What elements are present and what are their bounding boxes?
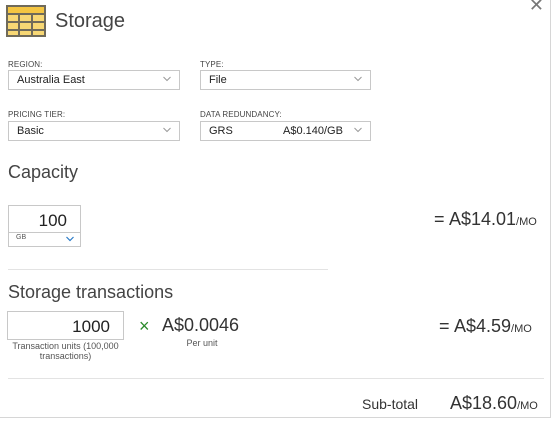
subtotal-label: Sub-total [362, 396, 419, 412]
divider [8, 378, 544, 379]
chevron-down-icon [354, 127, 362, 133]
divider [8, 269, 328, 270]
type-value: File [209, 74, 227, 86]
data-redundancy-select[interactable]: GRS A$0.140/GB [200, 121, 371, 141]
pricing-tier-select[interactable]: Basic [8, 121, 180, 141]
storage-table-icon [6, 5, 46, 37]
type-label: TYPE: [200, 60, 224, 69]
chevron-down-icon [354, 76, 362, 82]
data-redundancy-value: GRS [209, 125, 233, 137]
multiply-sign: × [139, 316, 150, 336]
transaction-unit-price: A$0.0046 [162, 315, 240, 335]
chevron-down-icon [163, 127, 171, 133]
transactions-cost-value: A$4.59 [453, 316, 512, 336]
capacity-unit-select[interactable]: GB [8, 232, 81, 247]
type-select[interactable]: File [200, 70, 371, 90]
data-redundancy-price: A$0.140/GB [283, 125, 343, 137]
capacity-cost: = A$14.01/MO [434, 209, 537, 230]
per-month-label: /MO [511, 323, 532, 335]
data-redundancy-label: DATA REDUNDANCY: [200, 110, 282, 119]
equals-sign: = [439, 316, 450, 336]
region-value: Australia East [17, 74, 85, 86]
pricing-tier-label: PRICING TIER: [8, 110, 66, 119]
capacity-heading: Capacity [8, 162, 79, 182]
per-month-label: /MO [517, 400, 538, 412]
region-select[interactable]: Australia East [8, 70, 180, 90]
subtotal-amount: A$18.60 [450, 393, 518, 413]
per-unit-label: Per unit [186, 338, 218, 348]
transactions-unit-label: Transaction units (100,000 transactions) [12, 341, 119, 361]
pricing-tier-value: Basic [17, 125, 44, 137]
transactions-cost: = A$4.59/MO [439, 316, 532, 337]
transactions-heading: Storage transactions [8, 282, 174, 302]
region-label: REGION: [8, 60, 43, 69]
page-title: Storage [55, 10, 126, 32]
equals-sign: = [434, 209, 445, 229]
capacity-quantity-input[interactable]: 100 [8, 205, 81, 233]
per-month-label: /MO [516, 216, 537, 228]
transactions-quantity-input[interactable]: 1000 [7, 311, 124, 340]
close-icon[interactable]: ✕ [529, 0, 544, 14]
subtotal: A$18.60/MO [450, 393, 538, 414]
capacity-cost-value: A$14.01 [448, 209, 517, 229]
chevron-down-icon [66, 236, 74, 242]
chevron-down-icon [163, 76, 171, 82]
capacity-unit-value: GB [16, 234, 27, 241]
